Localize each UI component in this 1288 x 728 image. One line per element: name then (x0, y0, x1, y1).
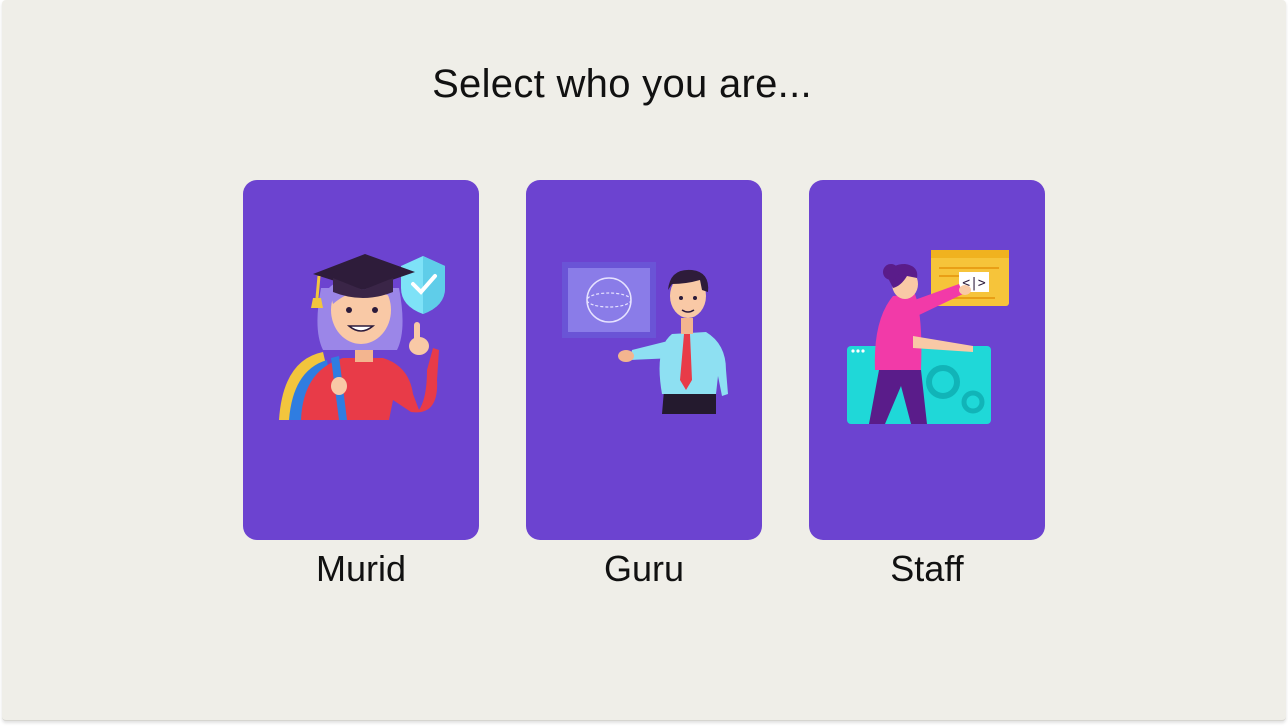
role-card-murid[interactable] (243, 180, 479, 540)
page-background: Select who you are... Murid Guru <|> Sta… (2, 0, 1286, 721)
staff-developer-illustration: <|> (847, 250, 1009, 424)
role-card-staff[interactable]: <|> (809, 180, 1045, 540)
role-label-guru[interactable]: Guru (526, 548, 762, 590)
role-label-staff[interactable]: Staff (809, 548, 1045, 590)
role-card-guru[interactable] (526, 180, 762, 540)
page-title: Select who you are... (432, 62, 812, 106)
student-graduate-illustration (279, 254, 445, 420)
role-label-murid[interactable]: Murid (243, 548, 479, 590)
teacher-presenting-illustration (562, 262, 728, 414)
